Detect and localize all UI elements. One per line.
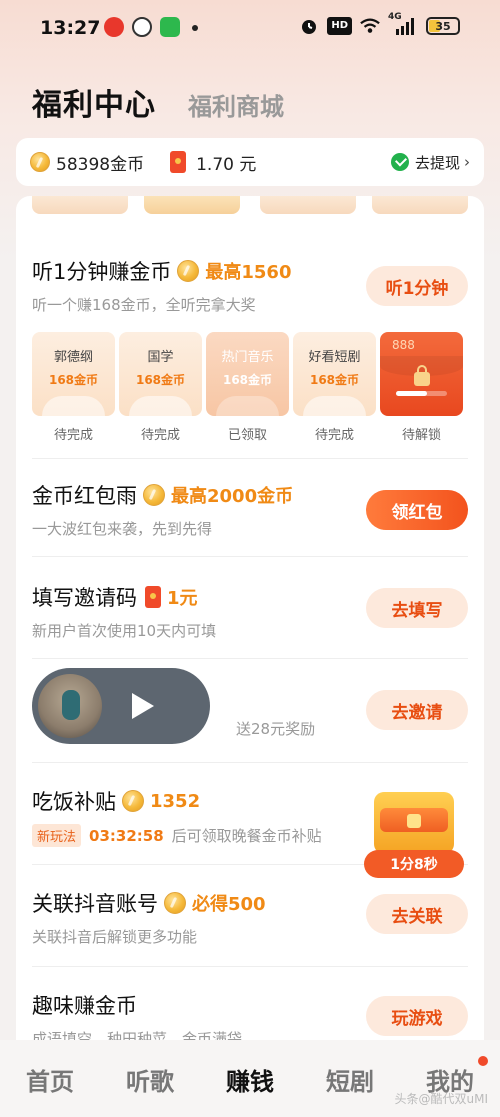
chip-guodegang[interactable]: 郭德纲 168金币 待完成 bbox=[32, 332, 115, 443]
chip-hot-music[interactable]: 热门音乐 168金币 已领取 bbox=[206, 332, 289, 443]
countdown: 03:32:58 bbox=[89, 826, 164, 845]
grand-prize-amount: 888 bbox=[392, 338, 415, 352]
chip-status: 待完成 bbox=[140, 428, 180, 443]
nav-home[interactable]: 首页 bbox=[0, 1062, 100, 1097]
notification-dot bbox=[478, 1056, 488, 1066]
divider bbox=[32, 658, 468, 659]
wechat-pay-icon bbox=[390, 153, 409, 171]
task-title: 吃饭补贴 bbox=[32, 790, 116, 814]
task-listen: 听1分钟赚金币 最高1560 听一个赚168金币，全听完拿大奖 听1分钟 bbox=[32, 256, 468, 315]
alarm-icon bbox=[299, 16, 319, 36]
task-reward: 最高1560 bbox=[205, 262, 292, 283]
invite-button[interactable]: 去邀请 bbox=[366, 690, 468, 730]
fill-invite-code-button[interactable]: 去填写 bbox=[366, 588, 468, 628]
divider bbox=[32, 458, 468, 459]
treasure-chest-widget[interactable]: 1分8秒 bbox=[364, 792, 464, 884]
play-games-button[interactable]: 玩游戏 bbox=[366, 996, 468, 1036]
wifi-icon bbox=[360, 16, 380, 36]
network-label: 4G bbox=[388, 12, 402, 22]
task-title: 关联抖音账号 bbox=[32, 892, 158, 916]
chevron-right-icon: › bbox=[464, 153, 470, 171]
new-badge: 新玩法 bbox=[32, 824, 82, 847]
coin-icon bbox=[177, 260, 200, 282]
play-icon[interactable] bbox=[132, 693, 154, 719]
nav-drama[interactable]: 短剧 bbox=[300, 1062, 400, 1097]
task-title: 金币红包雨 bbox=[32, 484, 137, 508]
watermark: 头条@酷代双uMI bbox=[394, 1092, 489, 1106]
status-time: 13:27 bbox=[40, 17, 101, 39]
divider bbox=[32, 762, 468, 763]
tab-welfare-center[interactable]: 福利中心 bbox=[32, 80, 156, 124]
chip-guoxue[interactable]: 国学 168金币 待完成 bbox=[119, 332, 202, 443]
coin-icon bbox=[30, 152, 50, 172]
task-title: 填写邀请码 bbox=[32, 586, 137, 610]
nav-music[interactable]: 听歌 bbox=[100, 1062, 200, 1097]
withdraw-label: 去提现 bbox=[414, 153, 460, 172]
chip-status: 待解锁 bbox=[401, 428, 441, 443]
cash-balance[interactable]: 1.70 元 bbox=[196, 150, 256, 175]
status-bar: 13:27 HD 4G 35 bbox=[0, 0, 500, 58]
chip-status: 待完成 bbox=[314, 428, 354, 443]
hd-icon: HD bbox=[327, 17, 352, 35]
tab-welfare-mall[interactable]: 福利商城 bbox=[188, 87, 284, 122]
link-douyin-button[interactable]: 去关联 bbox=[366, 894, 468, 934]
video-thumbnail bbox=[38, 674, 102, 738]
wechat-notification-icon bbox=[132, 17, 152, 37]
claim-red-packet-button[interactable]: 领红包 bbox=[366, 490, 468, 530]
listen-chips: 郭德纲 168金币 待完成 国学 168金币 待完成 热门音乐 168金币 已领… bbox=[32, 332, 463, 443]
divider bbox=[32, 556, 468, 557]
task-reward: 1352 bbox=[150, 790, 201, 812]
signal-icon: 4G bbox=[388, 12, 418, 36]
app-notification-icon bbox=[104, 17, 124, 37]
chip-grand-prize[interactable]: 888 待解锁 bbox=[380, 332, 463, 443]
divider bbox=[32, 966, 468, 967]
task-reward: 最高2000金币 bbox=[171, 486, 294, 507]
task-desc: 后可领取晚餐金币补贴 bbox=[171, 827, 322, 845]
coin-icon bbox=[122, 790, 144, 812]
chip-short-drama[interactable]: 好看短剧 168金币 待完成 bbox=[293, 332, 376, 443]
red-packet-icon bbox=[170, 151, 187, 173]
nav-earn[interactable]: 赚钱 bbox=[200, 1062, 300, 1097]
balance-bar: 58398金币 1.70 元 去提现 › bbox=[16, 138, 484, 186]
chip-status: 已领取 bbox=[227, 428, 267, 443]
task-list-card: 听1分钟赚金币 最高1560 听一个赚168金币，全听完拿大奖 听1分钟 郭德纲… bbox=[16, 196, 484, 1096]
chest-timer: 1分8秒 bbox=[364, 850, 464, 878]
lock-icon bbox=[414, 365, 430, 386]
coin-icon bbox=[164, 892, 186, 914]
message-notification-icon bbox=[160, 17, 180, 37]
task-reward: 必得500 bbox=[192, 894, 266, 915]
more-notifications-icon bbox=[192, 25, 198, 31]
unlock-progress-bar bbox=[396, 391, 447, 396]
coin-icon bbox=[143, 484, 165, 506]
listen-button[interactable]: 听1分钟 bbox=[366, 266, 468, 306]
treasure-chest-icon bbox=[374, 792, 454, 854]
header-tabs: 福利中心 福利商城 bbox=[32, 80, 284, 124]
withdraw-button[interactable]: 去提现 › bbox=[390, 152, 470, 173]
task-red-packet-rain: 金币红包雨 最高2000金币 一大波红包来袭，先到先得 领红包 bbox=[32, 480, 468, 539]
battery-icon: 35 bbox=[426, 17, 460, 35]
chip-status: 待完成 bbox=[53, 428, 93, 443]
red-packet-icon bbox=[145, 586, 161, 608]
task-invite-code: 填写邀请码 1元 新用户首次使用10天内可填 去填写 bbox=[32, 582, 468, 641]
task-title: 听1分钟赚金币 bbox=[32, 260, 172, 284]
task-title: 趣味赚金币 bbox=[32, 994, 137, 1018]
floating-video-player[interactable] bbox=[32, 668, 210, 744]
task-reward: 1元 bbox=[167, 588, 198, 609]
task-link-douyin: 关联抖音账号 必得500 关联抖音后解锁更多功能 去关联 bbox=[32, 888, 468, 947]
collapsed-items-edge bbox=[16, 196, 484, 216]
coin-balance[interactable]: 58398金币 bbox=[56, 150, 144, 175]
